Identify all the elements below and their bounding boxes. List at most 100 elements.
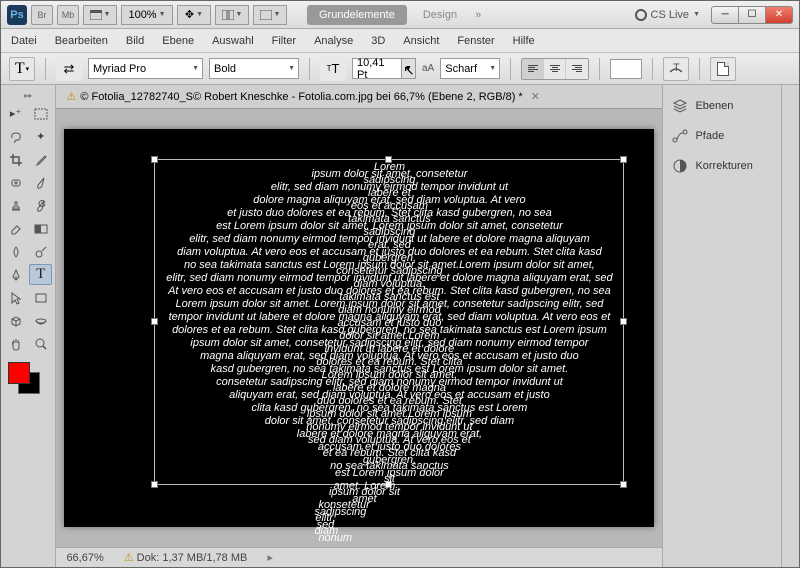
menu-auswahl[interactable]: Auswahl: [212, 35, 254, 47]
svg-text:T: T: [673, 62, 680, 74]
workspace-design[interactable]: Design: [413, 5, 467, 25]
3d-camera-tool[interactable]: [29, 310, 52, 331]
handle-e[interactable]: [620, 318, 627, 325]
titlebar: Ps Br Mb 100% ✥ Grundelemente Design » C…: [1, 1, 799, 29]
stamp-tool[interactable]: [4, 195, 27, 216]
status-bar: 66,67% ⚠ Dok: 1,37 MB/1,78 MB ▸: [56, 547, 662, 567]
menu-ansicht[interactable]: Ansicht: [403, 35, 439, 47]
handle-nw[interactable]: [151, 156, 158, 163]
panel-pfade[interactable]: Pfade: [669, 121, 775, 151]
tool-preset-icon[interactable]: T▾: [9, 57, 35, 81]
zoom-level[interactable]: 66,67%: [66, 552, 103, 564]
cslive-button[interactable]: CS Live▼: [635, 9, 700, 21]
tools-panel: ▸▸ ▸⁺ ✦ T: [1, 85, 56, 567]
zoom-tool[interactable]: [29, 333, 52, 354]
menubar: Datei Bearbeiten Bild Ebene Auswahl Filt…: [1, 29, 799, 53]
font-size-icon: TT: [320, 57, 346, 81]
panel-rail[interactable]: [781, 85, 799, 567]
foreground-color[interactable]: [8, 362, 30, 384]
brush-tool[interactable]: [29, 172, 52, 193]
paths-icon: [671, 127, 689, 145]
shape-tool[interactable]: [29, 287, 52, 308]
align-right-button[interactable]: [566, 59, 588, 79]
warp-text-button[interactable]: T: [663, 57, 689, 81]
pen-tool[interactable]: [4, 264, 27, 285]
panel-korrekturen[interactable]: Korrekturen: [669, 151, 775, 181]
document-tab[interactable]: ⚠ © Fotolia_12782740_S© Robert Kneschke …: [56, 85, 662, 109]
crop-tool[interactable]: [4, 149, 27, 170]
font-size-input[interactable]: 10,41 Pt: [352, 58, 402, 79]
lasso-tool[interactable]: [4, 126, 27, 147]
menu-fenster[interactable]: Fenster: [457, 35, 494, 47]
healing-tool[interactable]: [4, 172, 27, 193]
antialias-select[interactable]: Scharf: [440, 58, 500, 79]
font-size-dropdown[interactable]: ▼: [402, 58, 416, 79]
view-mode-dropdown[interactable]: [83, 5, 117, 25]
panel-ebenen[interactable]: Ebenen: [669, 91, 775, 121]
handle-se[interactable]: [620, 481, 627, 488]
status-arrow[interactable]: ▸: [267, 551, 273, 564]
panels-dock: Ebenen Pfade Korrekturen: [662, 85, 781, 567]
text-orientation-button[interactable]: ⇄: [56, 57, 82, 81]
align-center-button[interactable]: [544, 59, 566, 79]
divider: [652, 58, 653, 80]
options-bar: T▾ ⇄ Myriad Pro Bold TT 10,41 Pt ▼ aA Sc…: [1, 53, 799, 85]
color-picker[interactable]: [4, 362, 52, 398]
menu-hilfe[interactable]: Hilfe: [513, 35, 535, 47]
menu-bearbeiten[interactable]: Bearbeiten: [55, 35, 108, 47]
move-tool[interactable]: ▸⁺: [4, 103, 27, 124]
handle-w[interactable]: [151, 318, 158, 325]
character-panel-button[interactable]: [710, 57, 736, 81]
arrange-dropdown[interactable]: [215, 5, 249, 25]
menu-filter[interactable]: Filter: [272, 35, 296, 47]
font-family-select[interactable]: Myriad Pro: [88, 58, 203, 79]
tools-collapse[interactable]: ▸▸: [4, 89, 52, 101]
menu-datei[interactable]: Datei: [11, 35, 37, 47]
hand-tool[interactable]: [4, 333, 27, 354]
workspace-grundelemente[interactable]: Grundelemente: [307, 5, 407, 25]
photoshop-icon: Ps: [7, 5, 27, 25]
wand-tool[interactable]: ✦: [29, 126, 52, 147]
menu-bild[interactable]: Bild: [126, 35, 144, 47]
maximize-button[interactable]: ☐: [738, 6, 766, 24]
warning-icon: ⚠: [66, 90, 76, 103]
align-left-button[interactable]: [522, 59, 544, 79]
bridge-button[interactable]: Br: [31, 5, 53, 25]
handle-ne[interactable]: [620, 156, 627, 163]
canvas[interactable]: Lorem ipsum dolor sit amet, consetetur s…: [64, 129, 654, 527]
font-weight-select[interactable]: Bold: [209, 58, 299, 79]
handle-sw[interactable]: [151, 481, 158, 488]
antialias-label: aA: [422, 63, 434, 74]
close-button[interactable]: ✕: [765, 6, 793, 24]
eraser-tool[interactable]: [4, 218, 27, 239]
speech-bubble-text: Lorem ipsum dolor sit amet, consetetur s…: [164, 164, 614, 474]
zoom-dropdown[interactable]: 100%: [121, 5, 173, 25]
type-tool[interactable]: T: [29, 264, 52, 285]
menu-3d[interactable]: 3D: [371, 35, 385, 47]
canvas-area: Lorem ipsum dolor sit amet, consetetur s…: [56, 109, 662, 547]
3d-object-tool[interactable]: [4, 310, 27, 331]
menu-ebene[interactable]: Ebene: [162, 35, 194, 47]
path-select-tool[interactable]: [4, 287, 27, 308]
history-brush-tool[interactable]: [29, 195, 52, 216]
doc-info[interactable]: ⚠ Dok: 1,37 MB/1,78 MB: [124, 551, 248, 564]
minimize-button[interactable]: ─: [711, 6, 739, 24]
dodge-tool[interactable]: [29, 241, 52, 262]
hand-dropdown[interactable]: ✥: [177, 5, 211, 25]
text-color-swatch[interactable]: [610, 59, 642, 79]
divider: [599, 58, 600, 80]
marquee-tool[interactable]: [29, 103, 52, 124]
eyedropper-tool[interactable]: [29, 149, 52, 170]
cslive-icon: [635, 9, 647, 21]
divider: [699, 58, 700, 80]
more-workspaces[interactable]: »: [475, 9, 481, 21]
minibridge-button[interactable]: Mb: [57, 5, 79, 25]
layers-icon: [671, 97, 689, 115]
divider: [45, 58, 46, 80]
close-document-button[interactable]: ✕: [531, 90, 540, 103]
menu-analyse[interactable]: Analyse: [314, 35, 353, 47]
divider: [309, 58, 310, 80]
gradient-tool[interactable]: [29, 218, 52, 239]
screen-mode-dropdown[interactable]: [253, 5, 287, 25]
blur-tool[interactable]: [4, 241, 27, 262]
